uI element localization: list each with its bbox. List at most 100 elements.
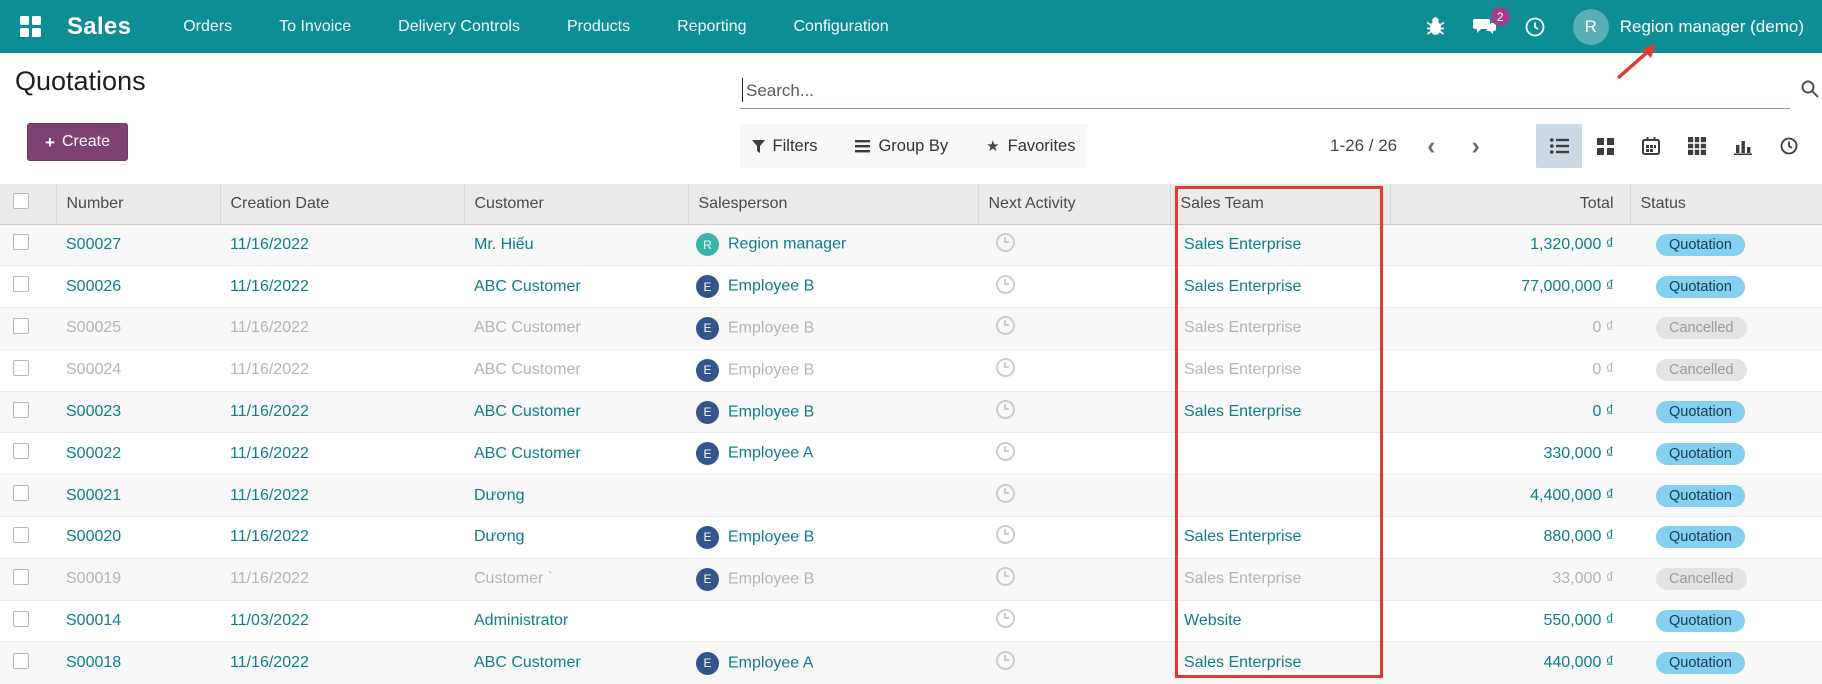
row-checkbox[interactable] xyxy=(13,610,29,627)
table-row[interactable]: S00020 11/16/2022 Dương E Employee B Sale… xyxy=(0,516,1822,559)
row-checkbox[interactable] xyxy=(13,359,29,376)
quotation-number-link[interactable]: S00026 xyxy=(66,278,121,295)
table-row[interactable]: S00021 11/16/2022 Dương 4,400,000 ₫ Quot… xyxy=(0,474,1822,517)
group-by-button[interactable]: Group By xyxy=(855,137,948,156)
quotation-number-link[interactable]: S00019 xyxy=(66,570,121,587)
salesperson-avatar: E xyxy=(696,567,719,591)
table-row[interactable]: S00025 11/16/2022 ABC Customer E Employee… xyxy=(0,307,1822,350)
row-checkbox[interactable] xyxy=(13,276,29,293)
filters-button[interactable]: Filters xyxy=(751,137,817,156)
pager-next-icon[interactable]: › xyxy=(1465,133,1485,159)
total-cell: 4,400,000 ₫ xyxy=(1530,486,1614,504)
column-header-creation-date[interactable]: Creation Date xyxy=(219,184,464,225)
activity-view-icon xyxy=(1780,137,1798,155)
table-row[interactable]: S00024 11/16/2022 ABC Customer E Employee… xyxy=(0,349,1822,392)
creation-date-cell: 11/16/2022 xyxy=(230,235,309,253)
activity-view-button[interactable] xyxy=(1766,124,1812,168)
quotation-number-link[interactable]: S00020 xyxy=(66,528,121,545)
next-activity-clock-icon[interactable] xyxy=(996,232,1015,252)
total-cell: 330,000 ₫ xyxy=(1543,444,1615,462)
column-header-sales-team[interactable]: Sales Team xyxy=(1169,184,1390,225)
table-row[interactable]: S00019 11/16/2022 Customer ` E Employee B… xyxy=(0,558,1822,601)
search-icon[interactable] xyxy=(1800,79,1820,99)
table-row[interactable]: S00018 11/16/2022 ABC Customer E Employee… xyxy=(0,641,1822,684)
list-view-button[interactable] xyxy=(1536,124,1582,168)
sales-team-cell: Sales Enterprise xyxy=(1184,654,1302,672)
salesperson-cell: E Employee B xyxy=(688,308,978,350)
next-activity-clock-icon[interactable] xyxy=(996,525,1015,545)
row-checkbox[interactable] xyxy=(13,234,29,251)
row-checkbox[interactable] xyxy=(13,568,29,585)
next-activity-clock-icon[interactable] xyxy=(996,441,1015,461)
table-row[interactable]: S00014 11/03/2022 Administrator Website … xyxy=(0,600,1822,642)
row-checkbox[interactable] xyxy=(13,443,29,460)
next-activity-clock-icon[interactable] xyxy=(996,274,1015,294)
select-all-checkbox[interactable] xyxy=(13,193,29,210)
menu-delivery-controls[interactable]: Delivery Controls xyxy=(398,18,520,36)
create-button[interactable]: + Create xyxy=(27,123,128,161)
next-activity-clock-icon[interactable] xyxy=(996,400,1015,420)
search-input[interactable] xyxy=(740,73,1790,108)
table-row[interactable]: S00022 11/16/2022 ABC Customer E Employee… xyxy=(0,432,1822,475)
column-header-number[interactable]: Number xyxy=(55,184,220,225)
table-row[interactable]: S00023 11/16/2022 ABC Customer E Employee… xyxy=(0,391,1822,433)
menu-reporting[interactable]: Reporting xyxy=(677,18,746,36)
menu-configuration[interactable]: Configuration xyxy=(794,18,889,36)
next-activity-clock-icon[interactable] xyxy=(996,316,1015,336)
row-checkbox[interactable] xyxy=(13,485,29,502)
quotation-number-link[interactable]: S00027 xyxy=(66,236,121,253)
quotation-number-link[interactable]: S00025 xyxy=(66,319,121,336)
next-activity-clock-icon[interactable] xyxy=(996,567,1015,587)
sales-team-cell xyxy=(1170,475,1390,517)
bug-icon[interactable] xyxy=(1425,16,1446,37)
user-menu[interactable]: R Region manager (demo) xyxy=(1572,8,1804,45)
calendar-view-button[interactable] xyxy=(1628,124,1674,168)
row-checkbox[interactable] xyxy=(13,526,29,543)
quotation-number-link[interactable]: S00021 xyxy=(66,487,121,504)
next-activity-clock-icon[interactable] xyxy=(996,609,1015,629)
search-bar[interactable] xyxy=(740,73,1790,109)
table-row[interactable]: S00026 11/16/2022 ABC Customer E Employee… xyxy=(0,265,1822,308)
page-title: Quotations xyxy=(15,66,146,96)
next-activity-clock-icon[interactable] xyxy=(996,483,1015,503)
sales-team-cell: Sales Enterprise xyxy=(1184,403,1302,421)
kanban-view-button[interactable] xyxy=(1582,124,1628,168)
status-badge: Quotation xyxy=(1656,233,1745,256)
menu-to-invoice[interactable]: To Invoice xyxy=(279,18,351,36)
column-header-status[interactable]: Status xyxy=(1629,184,1822,225)
pivot-view-button[interactable] xyxy=(1674,124,1720,168)
salesperson-cell: E Employee B xyxy=(688,266,978,308)
quotations-table: Number Creation Date Customer Salesperso… xyxy=(0,184,1822,684)
graph-view-button[interactable] xyxy=(1720,124,1766,168)
row-checkbox[interactable] xyxy=(13,652,29,669)
quotation-number-link[interactable]: S00018 xyxy=(66,654,121,671)
row-checkbox[interactable] xyxy=(13,401,29,418)
row-checkbox[interactable] xyxy=(13,317,29,334)
column-header-next-activity[interactable]: Next Activity xyxy=(977,184,1170,225)
favorites-button[interactable]: ★ Favorites xyxy=(986,137,1075,156)
table-row[interactable]: S00027 11/16/2022 Mr. Hiếu R Region manag… xyxy=(0,224,1822,266)
quotation-number-link[interactable]: S00023 xyxy=(66,403,121,420)
customer-cell: Mr. Hiếu xyxy=(474,235,534,253)
salesperson-avatar: E xyxy=(696,316,719,340)
column-header-total[interactable]: Total xyxy=(1389,184,1630,225)
column-header-salesperson[interactable]: Salesperson xyxy=(687,184,978,225)
quotation-number-link[interactable]: S00014 xyxy=(66,612,121,629)
pager-previous-icon[interactable]: ‹ xyxy=(1421,133,1441,159)
messages-icon[interactable]: 2 xyxy=(1472,7,1510,37)
creation-date-cell: 11/03/2022 xyxy=(230,612,309,630)
menu-orders[interactable]: Orders xyxy=(183,18,232,36)
next-activity-clock-icon[interactable] xyxy=(996,651,1015,671)
creation-date-cell: 11/16/2022 xyxy=(230,570,309,588)
activity-clock-icon[interactable] xyxy=(1524,16,1546,38)
app-name[interactable]: Sales xyxy=(67,13,131,41)
messages-count-badge: 2 xyxy=(1490,7,1510,26)
quotation-number-link[interactable]: S00022 xyxy=(66,445,121,462)
quotation-number-link[interactable]: S00024 xyxy=(66,361,121,378)
menu-products[interactable]: Products xyxy=(567,18,630,36)
user-name[interactable]: Region manager (demo) xyxy=(1620,17,1804,37)
user-avatar[interactable]: R xyxy=(1572,8,1609,45)
next-activity-clock-icon[interactable] xyxy=(996,358,1015,378)
apps-grid-icon[interactable] xyxy=(18,14,43,39)
column-header-customer[interactable]: Customer xyxy=(463,184,688,225)
